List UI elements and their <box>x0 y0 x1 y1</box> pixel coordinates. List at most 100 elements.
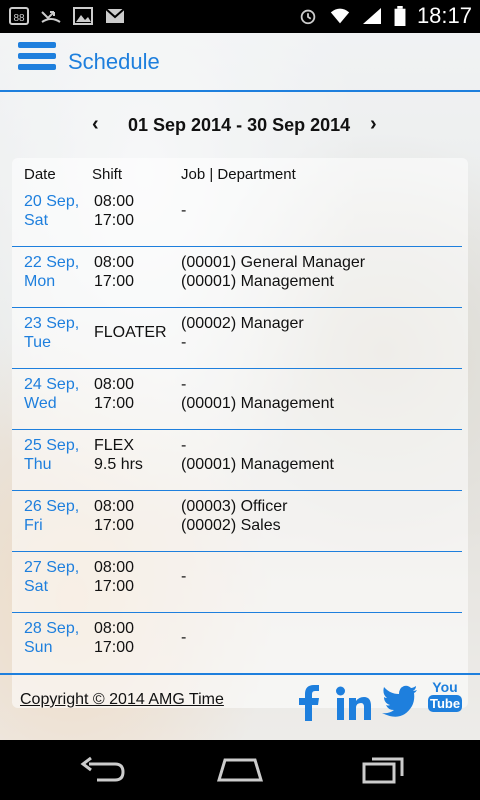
row-job-line1: - <box>181 202 187 219</box>
hamburger-menu-icon[interactable] <box>18 42 56 78</box>
row-job: - <box>181 567 186 586</box>
youtube-icon[interactable]: You Tube <box>428 679 462 712</box>
row-shift-end: 17:00 <box>94 273 135 290</box>
row-shift: 08:00 17:00 <box>94 375 134 413</box>
row-date-day: 28 Sep, <box>24 620 80 637</box>
table-row[interactable]: 27 Sep, Sat 08:00 17:00 - <box>12 552 468 613</box>
table-row[interactable]: 22 Sep, Mon 08:00 17:00 (00001) General … <box>12 247 468 308</box>
youtube-icon-text-top: You <box>432 679 458 695</box>
row-job-line2: - <box>181 334 187 351</box>
row-shift: 08:00 17:00 <box>94 619 134 657</box>
table-row[interactable]: 25 Sep, Thu FLEX 9.5 hrs - (00001) Manag… <box>12 430 468 491</box>
row-date-weekday: Fri <box>24 517 43 534</box>
prev-range-button[interactable]: ‹ <box>92 113 99 136</box>
table-row[interactable]: 24 Sep, Wed 08:00 17:00 - (00001) Manage… <box>12 369 468 430</box>
row-date: 28 Sep, Sun <box>24 619 79 657</box>
youtube-icon-text-bottom: Tube <box>428 695 462 712</box>
table-row[interactable]: 26 Sep, Fri 08:00 17:00 (00003) Officer … <box>12 491 468 552</box>
table-row[interactable]: 23 Sep, Tue FLOATER (00002) Manager - <box>12 308 468 369</box>
row-date-weekday: Tue <box>24 334 51 351</box>
table-row[interactable]: 28 Sep, Sun 08:00 17:00 - <box>12 613 468 674</box>
row-shift-start: 08:00 <box>94 498 135 515</box>
header-divider <box>0 90 480 92</box>
row-job-line1: - <box>181 376 187 393</box>
row-date: 25 Sep, Thu <box>24 436 79 474</box>
row-date-day: 24 Sep, <box>24 376 80 393</box>
schedule-table: Date Shift Job | Department 20 Sep, Sat … <box>12 158 468 708</box>
row-date-weekday: Sat <box>24 212 49 229</box>
row-shift-end: 17:00 <box>94 578 135 595</box>
row-job-line1: (00002) Manager <box>181 315 304 332</box>
app-header: Schedule <box>0 33 480 92</box>
row-shift-start: 08:00 <box>94 620 135 637</box>
row-shift: 08:00 17:00 <box>94 497 134 535</box>
row-date-day: 25 Sep, <box>24 437 80 454</box>
row-job: - <box>181 628 186 647</box>
table-row[interactable]: 20 Sep, Sat 08:00 17:00 - <box>12 186 468 247</box>
row-date: 24 Sep, Wed <box>24 375 79 413</box>
recents-icon[interactable] <box>358 754 408 786</box>
row-shift-end: 17:00 <box>94 639 135 656</box>
row-shift-end: 17:00 <box>94 395 135 412</box>
linkedin-icon[interactable] <box>336 685 372 721</box>
copyright-link[interactable]: Copyright © 2014 AMG Time <box>20 691 224 709</box>
row-job: - <box>181 201 186 220</box>
page-title: Schedule <box>68 49 160 74</box>
row-job-line1: - <box>181 568 187 585</box>
status-bar: 88 18:17 <box>0 0 480 33</box>
row-job: - (00001) Management <box>181 436 334 474</box>
row-shift-start: 08:00 <box>94 559 135 576</box>
row-date-day: 22 Sep, <box>24 254 80 271</box>
signal-icon <box>362 8 381 24</box>
row-shift-start: FLEX <box>94 437 135 454</box>
next-range-button[interactable]: › <box>370 113 377 136</box>
row-job-line2: (00001) Management <box>181 456 334 473</box>
row-date: 23 Sep, Tue <box>24 314 79 352</box>
row-job-line1: - <box>181 437 187 454</box>
twitter-icon[interactable] <box>382 685 418 717</box>
column-header-date: Date <box>24 166 56 183</box>
home-icon[interactable] <box>215 754 265 786</box>
row-job: (00001) General Manager (00001) Manageme… <box>181 253 365 291</box>
row-shift-start: FLOATER <box>94 324 167 341</box>
row-date: 27 Sep, Sat <box>24 558 79 596</box>
column-header-job-department: Job | Department <box>181 166 296 183</box>
row-date-weekday: Mon <box>24 273 56 290</box>
status-clock: 18:17 <box>416 3 472 28</box>
row-job-line2: (00001) Management <box>181 395 334 412</box>
date-range-bar: ‹ 01 Sep 2014 - 30 Sep 2014 › <box>0 111 480 143</box>
footer-divider <box>0 673 480 675</box>
row-job-line1: - <box>181 629 187 646</box>
battery-icon <box>394 6 406 26</box>
system-nav-bar <box>0 740 480 800</box>
row-shift: 08:00 17:00 <box>94 192 134 230</box>
svg-text:88: 88 <box>13 13 25 24</box>
gmail-icon <box>105 8 125 23</box>
row-job-line1: (00003) Officer <box>181 498 288 515</box>
row-date: 20 Sep, Sat <box>24 192 79 230</box>
row-shift: 08:00 17:00 <box>94 253 134 291</box>
back-icon[interactable] <box>77 754 127 786</box>
row-date-weekday: Wed <box>24 395 57 412</box>
row-date-day: 20 Sep, <box>24 193 80 210</box>
row-date: 22 Sep, Mon <box>24 253 79 291</box>
row-job: (00003) Officer (00002) Sales <box>181 497 287 535</box>
row-date-weekday: Sat <box>24 578 49 595</box>
row-shift-start: 08:00 <box>94 193 135 210</box>
row-job: - (00001) Management <box>181 375 334 413</box>
app-screen: Schedule ‹ 01 Sep 2014 - 30 Sep 2014 › D… <box>0 33 480 740</box>
notification-88-icon: 88 <box>9 7 29 25</box>
row-job-line2: (00002) Sales <box>181 517 281 534</box>
wifi-icon <box>330 8 350 24</box>
row-shift-start: 08:00 <box>94 254 135 271</box>
row-date-weekday: Sun <box>24 639 53 656</box>
row-shift: FLOATER <box>94 323 167 342</box>
row-date-day: 26 Sep, <box>24 498 80 515</box>
row-shift-end: 17:00 <box>94 212 135 229</box>
image-icon <box>73 7 93 25</box>
row-shift-end: 17:00 <box>94 517 135 534</box>
row-shift-end: 9.5 hrs <box>94 456 143 473</box>
row-date-weekday: Thu <box>24 456 52 473</box>
row-shift-start: 08:00 <box>94 376 135 393</box>
facebook-icon[interactable] <box>298 685 320 721</box>
